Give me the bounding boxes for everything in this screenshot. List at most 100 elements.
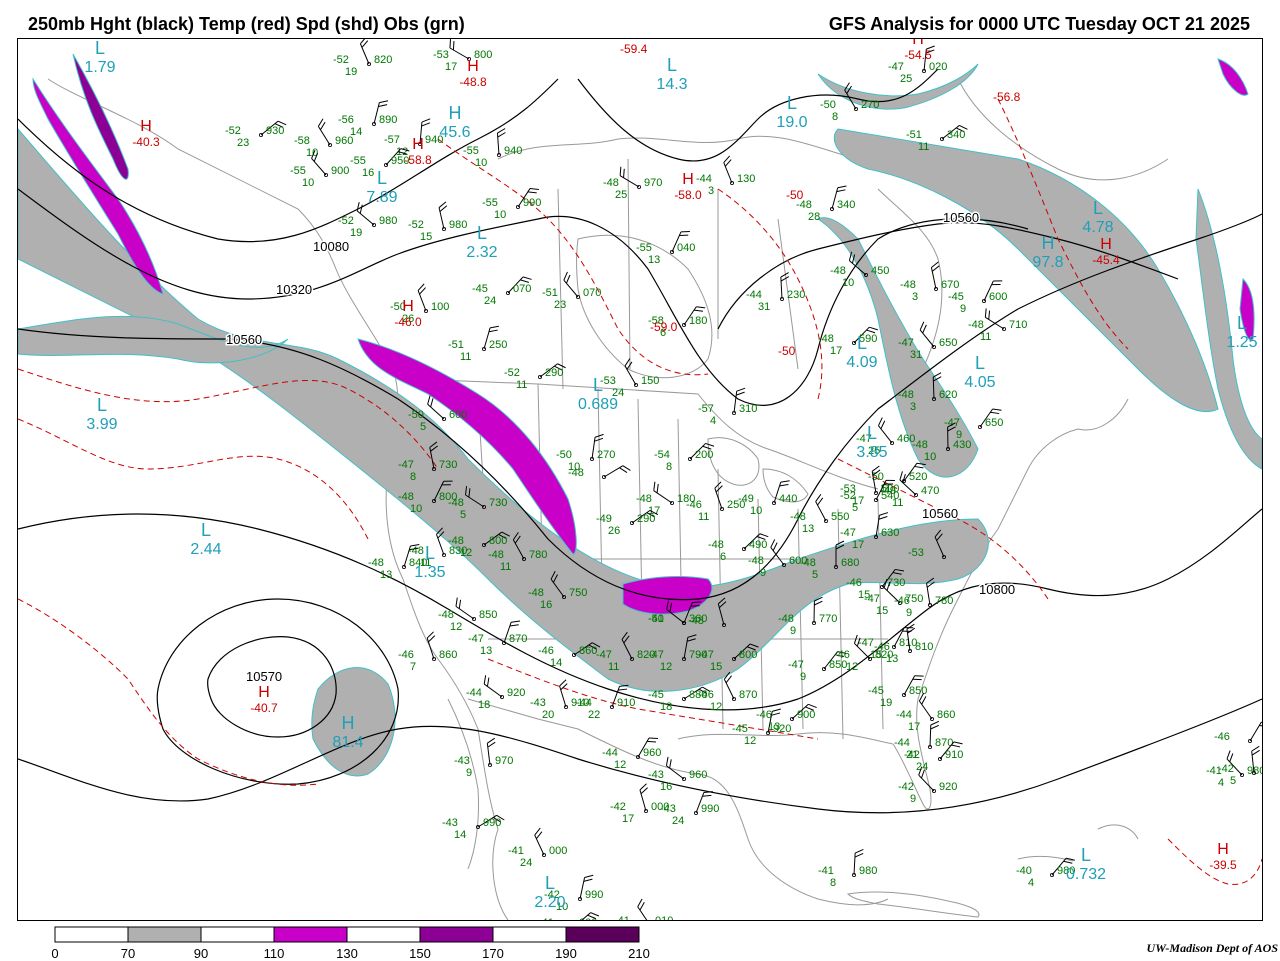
- station-observation: -4496012: [602, 734, 661, 771]
- obs-height: 810: [915, 641, 933, 653]
- obs-height: 490: [749, 539, 767, 551]
- height-contours: [18, 69, 1262, 813]
- station-observation: -4291024: [904, 739, 963, 773]
- wind-barb: [918, 322, 941, 347]
- obs-height: 130: [737, 173, 755, 185]
- obs-speed: 19: [345, 66, 357, 78]
- obs-temperature: -48: [708, 539, 724, 551]
- obs-temperature: -56: [338, 114, 354, 126]
- station-observation: -4486017: [896, 693, 955, 733]
- pressure-center-label: L3.99: [86, 395, 117, 433]
- wind-barb: [446, 39, 473, 59]
- station-observation: -4396016: [648, 757, 707, 793]
- svg-text:3.99: 3.99: [86, 416, 117, 433]
- station-observation: -4399024: [660, 789, 719, 827]
- obs-speed: 31: [910, 349, 922, 361]
- svg-text:H: H: [449, 103, 462, 123]
- obs-speed: 9: [466, 767, 472, 779]
- colorbar-segment-5: [420, 927, 493, 942]
- obs-speed: 28: [808, 211, 820, 223]
- svg-text:4.78: 4.78: [1082, 219, 1113, 236]
- obs-temperature: -47: [944, 417, 960, 429]
- obs-height: 960: [689, 769, 707, 781]
- colorbar-tick-label: 70: [121, 946, 135, 961]
- obs-height: 800: [489, 535, 507, 547]
- obs-temperature: -41: [648, 613, 664, 625]
- station-observation: -4585019: [868, 672, 927, 709]
- obs-temperature: -47: [596, 649, 612, 661]
- obs-temperature: -44: [746, 289, 762, 301]
- obs-temperature: -48: [900, 279, 916, 291]
- wind-barb: [604, 464, 630, 484]
- temperature-contour-label: -50: [778, 344, 796, 358]
- temperature-contour-label: -50: [786, 188, 804, 202]
- obs-temperature: -48: [818, 333, 834, 345]
- obs-height: 290: [545, 367, 563, 379]
- obs-temperature: -41: [508, 845, 524, 857]
- obs-temperature: -48: [603, 177, 619, 189]
- obs-height: 870: [935, 737, 953, 749]
- obs-temperature: -45: [472, 283, 488, 295]
- obs-height: 550: [831, 511, 849, 523]
- svg-text:1.25: 1.25: [1226, 334, 1257, 351]
- obs-temperature: -46: [846, 577, 862, 589]
- colorbar-segment-4: [347, 927, 420, 942]
- station-observation: -439709: [454, 738, 513, 779]
- svg-text:14.3: 14.3: [656, 76, 687, 93]
- svg-text:H: H: [140, 118, 152, 135]
- svg-text:L: L: [425, 543, 435, 563]
- obs-temperature: -53: [908, 547, 924, 559]
- obs-speed: 11: [500, 561, 511, 573]
- svg-text:2.20: 2.20: [534, 894, 565, 911]
- wind-barb: [316, 119, 337, 145]
- obs-temperature: -48: [790, 511, 806, 523]
- obs-height: 850: [909, 685, 927, 697]
- obs-height: 860: [579, 645, 597, 657]
- svg-text:2.44: 2.44: [190, 541, 221, 558]
- obs-speed: 24: [484, 295, 496, 307]
- obs-speed: 11: [516, 379, 527, 391]
- obs-height: 780: [935, 595, 953, 607]
- obs-temperature: -44: [696, 173, 712, 185]
- obs-temperature: -55: [636, 242, 652, 254]
- obs-height: 910: [617, 697, 635, 709]
- station-observation: -5229011: [504, 361, 566, 391]
- obs-temperature: -46: [894, 595, 910, 607]
- obs-speed: 13: [886, 653, 898, 665]
- station-observation: -5689014: [338, 99, 397, 138]
- obs-speed: 15: [876, 605, 888, 617]
- svg-text:L: L: [975, 353, 985, 373]
- obs-height: 340: [947, 129, 965, 141]
- obs-temperature: -46: [538, 645, 554, 657]
- wind-barb: [663, 757, 689, 779]
- colorbar-tick-label: 0: [51, 946, 58, 961]
- obs-speed: 3: [708, 185, 714, 197]
- obs-temperature: -43: [648, 769, 664, 781]
- obs-temperature: -52: [338, 215, 354, 227]
- svg-text:L: L: [377, 168, 387, 188]
- obs-temperature: -58: [294, 135, 310, 147]
- obs-height: 630: [881, 527, 899, 539]
- obs-height: 890: [379, 114, 397, 126]
- obs-height: 860: [439, 649, 457, 661]
- station-observation: -419808: [818, 849, 877, 889]
- svg-text:H: H: [467, 58, 479, 75]
- temperature-contour-label: -56.8: [993, 90, 1021, 104]
- station-observation: -5293023: [225, 119, 286, 149]
- height-contour-south: [18, 699, 1262, 813]
- obs-temperature: -46: [874, 641, 890, 653]
- svg-text:H: H: [912, 39, 924, 48]
- obs-speed: 3: [912, 291, 918, 303]
- colorbar-tick-label: 110: [264, 946, 285, 961]
- obs-height: 070: [513, 283, 531, 295]
- obs-speed: 15: [420, 231, 432, 243]
- obs-speed: 5: [1230, 775, 1236, 787]
- pressure-center-label: H45.6: [439, 103, 470, 141]
- svg-text:81.4: 81.4: [332, 734, 363, 751]
- svg-text:1.35: 1.35: [414, 564, 445, 581]
- obs-height: 520: [909, 471, 927, 483]
- obs-temperature: -49: [596, 513, 612, 525]
- temperature-contour-label: -59.4: [620, 42, 648, 56]
- obs-temperature: -44: [576, 697, 592, 709]
- svg-text:-39.5: -39.5: [1209, 858, 1237, 872]
